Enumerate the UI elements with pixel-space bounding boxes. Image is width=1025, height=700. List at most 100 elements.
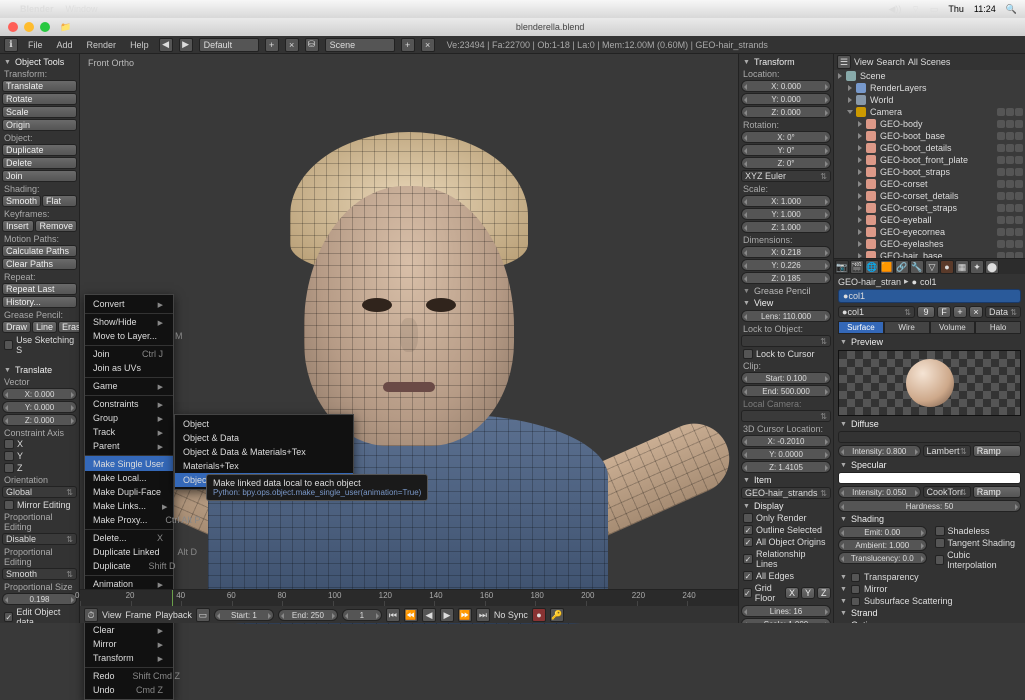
- menu-file[interactable]: File: [24, 40, 47, 50]
- breadcrumb-mat[interactable]: col1: [920, 277, 937, 287]
- clock-day[interactable]: Thu: [948, 4, 964, 14]
- rotate-button[interactable]: Rotate: [2, 93, 77, 105]
- np-dim-y[interactable]: Y: 0.226: [741, 259, 831, 271]
- menu-render[interactable]: Render: [83, 40, 121, 50]
- np-localcam[interactable]: [741, 410, 831, 422]
- jump-start-icon[interactable]: ⏮: [386, 608, 400, 622]
- mat-add-icon[interactable]: +: [953, 306, 967, 318]
- outliner-row-world[interactable]: World: [834, 94, 1025, 106]
- np-rot-y[interactable]: Y: 0°: [741, 144, 831, 156]
- menu-item-join-as-uvs[interactable]: Join as UVs: [85, 361, 173, 375]
- np-rot-x[interactable]: X: 0°: [741, 131, 831, 143]
- np-only-render[interactable]: Only Render: [741, 512, 831, 524]
- autokey-icon[interactable]: ●: [532, 608, 546, 622]
- next-key-icon[interactable]: ⏩: [458, 608, 472, 622]
- play-reverse-icon[interactable]: ◀: [422, 608, 436, 622]
- tab-modifiers-icon[interactable]: 🔧: [910, 260, 924, 274]
- menu-item-make-dupli-face[interactable]: Make Dupli-Face: [85, 485, 173, 499]
- tl-menu-playback[interactable]: Playback: [155, 610, 192, 620]
- gp-draw-button[interactable]: Draw: [2, 321, 31, 333]
- specular-ramp[interactable]: Ramp: [973, 486, 1021, 498]
- menu-item-constraints[interactable]: Constraints: [85, 395, 173, 411]
- sss-panel[interactable]: Subsurface Scattering: [838, 595, 1021, 607]
- breadcrumb-obj[interactable]: GEO-hair_stran: [838, 277, 901, 287]
- outliner-row-geo-eyeball[interactable]: GEO-eyeball: [834, 214, 1025, 226]
- tl-current[interactable]: 1: [342, 609, 382, 621]
- jump-end-icon[interactable]: ⏭: [476, 608, 490, 622]
- editor-type-icon[interactable]: ℹ: [4, 38, 18, 52]
- menu-item-undo[interactable]: UndoCmd Z: [85, 683, 173, 697]
- play-icon[interactable]: ▶: [440, 608, 454, 622]
- timeline-ruler[interactable]: 020406080100120140160180200220240: [80, 590, 738, 606]
- outliner-row-geo-boot-base[interactable]: GEO-boot_base: [834, 130, 1025, 142]
- screen-layout[interactable]: Default: [199, 38, 259, 52]
- submenu-item-object-data[interactable]: Object & Data: [175, 431, 353, 445]
- np-all-origins[interactable]: ✓All Object Origins: [741, 536, 831, 548]
- mirror-editing-check[interactable]: Mirror Editing: [2, 499, 77, 511]
- material-link[interactable]: Data: [985, 306, 1021, 318]
- submenu-item-object[interactable]: Object: [175, 417, 353, 431]
- tl-range-icon[interactable]: ▭: [196, 608, 210, 622]
- np-rel-lines[interactable]: ✓Relationship Lines: [741, 548, 831, 570]
- tab-constraints-icon[interactable]: 🔗: [895, 260, 909, 274]
- insert-key-button[interactable]: Insert: [2, 220, 34, 232]
- constraint-x[interactable]: X: [2, 438, 77, 450]
- diffuse-ramp[interactable]: Ramp: [973, 445, 1021, 457]
- np-loc-y[interactable]: Y: 0.000: [741, 93, 831, 105]
- np-item-name[interactable]: GEO-hair_strands: [741, 487, 831, 499]
- scene-icon[interactable]: ⛁: [305, 38, 319, 52]
- np-dim-z[interactable]: Z: 0.185: [741, 272, 831, 284]
- fwd-icon[interactable]: ▶: [179, 38, 193, 52]
- menu-item-make-proxy-[interactable]: Make Proxy...Ctrl Alt P: [85, 513, 173, 527]
- specular-intensity[interactable]: Intensity: 0.050: [838, 486, 921, 498]
- np-lock-obj[interactable]: [741, 335, 831, 347]
- spotlight-icon[interactable]: 🔍: [1006, 4, 1017, 15]
- object-context-menu[interactable]: ConvertShow/HideMove to Layer...MJoinCtr…: [84, 294, 174, 700]
- gp-erase-button[interactable]: Erase: [58, 321, 80, 333]
- join-button[interactable]: Join: [2, 170, 77, 182]
- constraint-y[interactable]: Y: [2, 450, 77, 462]
- np-dim-x[interactable]: X: 0.218: [741, 246, 831, 258]
- menu-item-convert[interactable]: Convert: [85, 297, 173, 311]
- outliner-row-geo-eyecornea[interactable]: GEO-eyecornea: [834, 226, 1025, 238]
- menu-item-mirror[interactable]: Mirror: [85, 637, 173, 651]
- mac-app-name[interactable]: Blender: [20, 4, 54, 14]
- tl-menu-view[interactable]: View: [102, 610, 121, 620]
- traffic-lights[interactable]: [8, 22, 50, 32]
- 3d-viewport[interactable]: Front Ortho ConvertShow/HideMov: [80, 54, 738, 623]
- tab-texture-icon[interactable]: ▦: [955, 260, 969, 274]
- transparency-panel[interactable]: Transparency: [838, 571, 1021, 583]
- outliner-row-camera[interactable]: Camera: [834, 106, 1025, 118]
- clear-paths-button[interactable]: Clear Paths: [2, 258, 77, 270]
- outliner-row-geo-boot-front-plate[interactable]: GEO-boot_front_plate: [834, 154, 1025, 166]
- duplicate-button[interactable]: Duplicate: [2, 144, 77, 156]
- menu-item-delete-[interactable]: Delete...X: [85, 529, 173, 545]
- np-cursor-y[interactable]: Y: 0.0000: [741, 448, 831, 460]
- tab-halo[interactable]: Halo: [975, 321, 1021, 334]
- material-slot[interactable]: ● col1: [838, 289, 1021, 303]
- np-lens[interactable]: Lens: 110.000: [741, 310, 831, 322]
- editor-type-outliner-icon[interactable]: ☰: [837, 55, 851, 69]
- prop-size[interactable]: 0.198: [2, 593, 77, 605]
- tl-end[interactable]: End: 250: [278, 609, 338, 621]
- outliner-row-geo-body[interactable]: GEO-body: [834, 118, 1025, 130]
- menu-item-game[interactable]: Game: [85, 377, 173, 393]
- constraint-z[interactable]: Z: [2, 462, 77, 474]
- outliner-row-geo-corset-straps[interactable]: GEO-corset_straps: [834, 202, 1025, 214]
- layout-del-icon[interactable]: ×: [285, 38, 299, 52]
- layout-add-icon[interactable]: +: [265, 38, 279, 52]
- prop-edit-select[interactable]: Disable: [2, 533, 77, 545]
- orientation-select[interactable]: Global: [2, 486, 77, 498]
- outliner-row-renderlayers[interactable]: RenderLayers: [834, 82, 1025, 94]
- outliner-menu-search[interactable]: Search: [876, 57, 905, 67]
- tab-material-icon[interactable]: ●: [940, 260, 954, 274]
- tl-start[interactable]: Start: 1: [214, 609, 274, 621]
- menu-item-track[interactable]: Track: [85, 425, 173, 439]
- diffuse-intensity[interactable]: Intensity: 0.800: [838, 445, 921, 457]
- tangent-check[interactable]: Tangent Shading: [933, 537, 1022, 549]
- np-loc-x[interactable]: X: 0.000: [741, 80, 831, 92]
- vector-y[interactable]: Y: 0.000: [2, 401, 77, 413]
- vector-z[interactable]: Z: 0.000: [2, 414, 77, 426]
- menu-item-move-to-layer-[interactable]: Move to Layer...M: [85, 329, 173, 343]
- np-scale-y[interactable]: Y: 1.000: [741, 208, 831, 220]
